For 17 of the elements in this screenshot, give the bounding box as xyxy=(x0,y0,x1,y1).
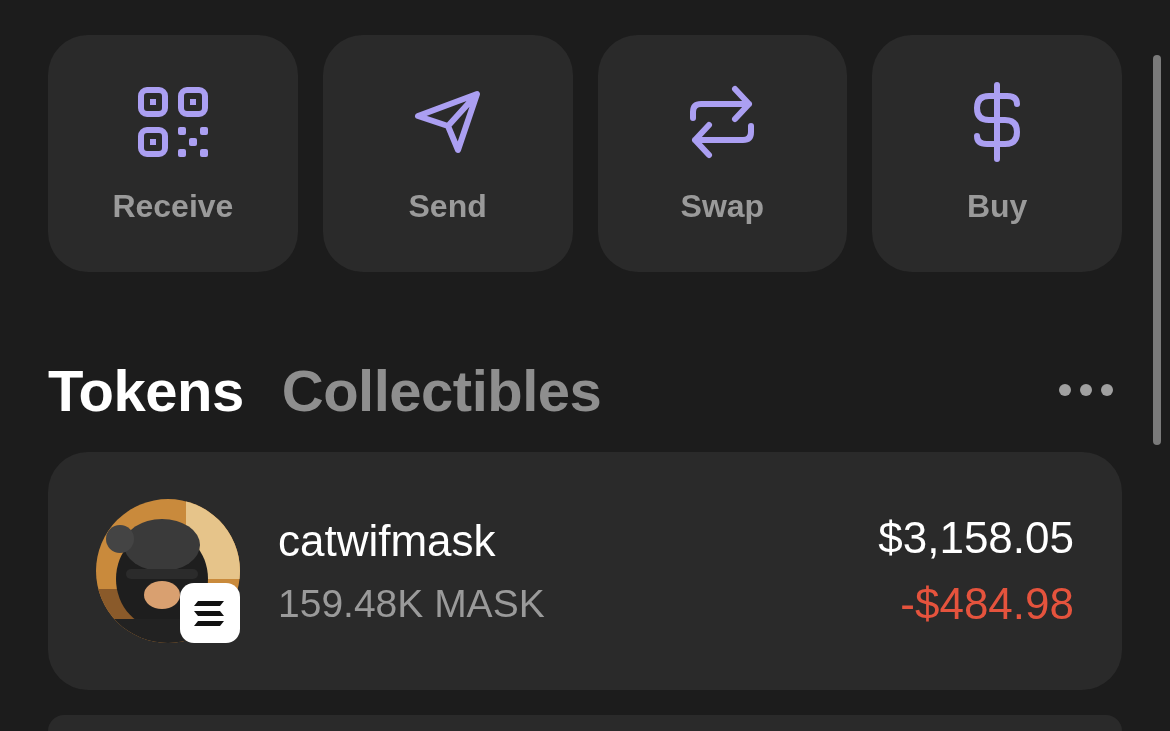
qr-code-icon xyxy=(136,86,209,158)
token-amount: 159.48K MASK xyxy=(278,582,545,626)
token-row[interactable]: catwifmask 159.48K MASK $3,158.05 -$484.98 xyxy=(48,452,1122,690)
swap-arrows-icon xyxy=(689,84,756,160)
swap-button[interactable]: Swap xyxy=(597,35,848,272)
send-button[interactable]: Send xyxy=(322,35,573,272)
value-change: -$484.98 xyxy=(900,579,1074,629)
tab[interactable]: Tokens xyxy=(48,356,244,424)
chain-badge-icon xyxy=(180,583,240,643)
token-value: $3,158.05 xyxy=(878,513,1074,563)
receive-button[interactable]: Receive xyxy=(48,35,298,272)
paper-plane-icon xyxy=(413,90,482,154)
more-icon[interactable] xyxy=(1058,383,1114,397)
token-name: catwifmask xyxy=(278,516,497,566)
buy-button[interactable]: Buy xyxy=(872,35,1122,272)
tab[interactable]: Collectibles xyxy=(281,356,602,424)
scrollbar[interactable] xyxy=(1153,55,1161,445)
